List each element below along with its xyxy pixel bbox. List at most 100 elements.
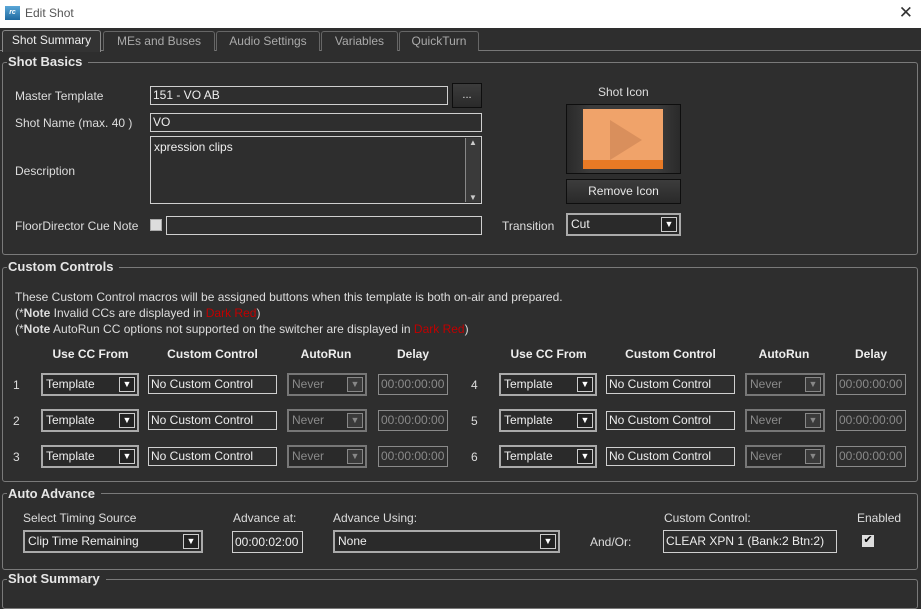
autorun-dropdown[interactable]: Never ▼: [287, 373, 367, 396]
remove-icon-button[interactable]: Remove Icon: [566, 179, 681, 204]
auto-advance-title: Auto Advance: [7, 486, 101, 501]
shot-basics-title: Shot Basics: [7, 54, 89, 69]
use-cc-from-value: Template: [504, 413, 553, 427]
use-cc-from-dropdown[interactable]: Template ▼: [499, 445, 597, 468]
tab-quickturn[interactable]: QuickTurn: [399, 31, 479, 51]
autorun-dropdown[interactable]: Never ▼: [287, 445, 367, 468]
chevron-down-icon: ▼: [119, 413, 135, 428]
chevron-down-icon: ▼: [577, 413, 593, 428]
scroll-up-icon[interactable]: ▲: [466, 138, 480, 147]
custom-control-label: Custom Control:: [664, 511, 751, 525]
enabled-checkbox[interactable]: ✔: [862, 535, 874, 547]
advance-at-input[interactable]: 00:00:02:00: [232, 531, 303, 553]
custom-control-field[interactable]: No Custom Control: [606, 447, 735, 466]
header-use-cc-from: Use CC From: [510, 347, 587, 361]
window-title: Edit Shot: [25, 6, 74, 20]
enabled-label: Enabled: [857, 511, 902, 525]
delay-input[interactable]: 00:00:00:00: [836, 374, 906, 395]
transition-label: Transition: [502, 219, 555, 233]
floor-director-input[interactable]: [166, 216, 482, 235]
header-custom-control: Custom Control: [167, 347, 258, 361]
custom-control-field[interactable]: No Custom Control: [606, 411, 735, 430]
tab-mes-and-buses[interactable]: MEs and Buses: [103, 31, 215, 51]
use-cc-from-dropdown[interactable]: Template ▼: [499, 373, 597, 396]
use-cc-from-value: Template: [46, 377, 95, 391]
autorun-value: Never: [750, 449, 783, 463]
cc-info-text: These Custom Control macros will be assi…: [15, 290, 563, 304]
delay-input[interactable]: 00:00:00:00: [836, 410, 906, 431]
tab-shot-summary[interactable]: Shot Summary: [2, 30, 101, 52]
autorun-value: Never: [750, 377, 783, 391]
autorun-dropdown[interactable]: Never ▼: [287, 409, 367, 432]
transition-value: Cut: [571, 217, 590, 231]
chevron-down-icon: ▼: [577, 377, 593, 392]
browse-template-button[interactable]: ...: [452, 83, 482, 108]
tab-variables[interactable]: Variables: [321, 31, 398, 51]
shot-icon-preview[interactable]: [566, 104, 681, 174]
header-autorun: AutoRun: [300, 347, 352, 361]
row-number: 3: [13, 450, 20, 464]
autorun-dropdown[interactable]: Never ▼: [745, 409, 825, 432]
custom-control-field[interactable]: No Custom Control: [148, 447, 277, 466]
timing-source-value: Clip Time Remaining: [28, 534, 139, 548]
autorun-value: Never: [292, 377, 325, 391]
use-cc-from-dropdown[interactable]: Template ▼: [41, 445, 139, 468]
header-delay: Delay: [396, 347, 430, 361]
description-textarea[interactable]: xpression clips: [150, 136, 482, 204]
autorun-dropdown[interactable]: Never ▼: [745, 445, 825, 468]
transition-dropdown[interactable]: Cut ▼: [566, 213, 681, 236]
delay-input[interactable]: 00:00:00:00: [378, 374, 448, 395]
autorun-dropdown[interactable]: Never ▼: [745, 373, 825, 396]
header-use-cc-from: Use CC From: [52, 347, 129, 361]
header-autorun: AutoRun: [758, 347, 810, 361]
advance-using-value: None: [338, 534, 367, 548]
timing-source-dropdown[interactable]: Clip Time Remaining ▼: [23, 530, 203, 553]
delay-input[interactable]: 00:00:00:00: [378, 410, 448, 431]
chevron-down-icon: ▼: [347, 413, 363, 428]
chevron-down-icon: ▼: [577, 449, 593, 464]
app-icon: rc: [5, 6, 20, 20]
description-text: xpression clips: [154, 140, 233, 154]
master-template-label: Master Template: [15, 89, 104, 103]
chevron-down-icon: ▼: [540, 534, 556, 549]
close-icon[interactable]: ✕: [899, 3, 913, 23]
shot-name-input[interactable]: VO: [150, 113, 482, 132]
autorun-value: Never: [292, 413, 325, 427]
autorun-value: Never: [292, 449, 325, 463]
row-number: 2: [13, 414, 20, 428]
shot-icon-label: Shot Icon: [598, 85, 649, 99]
row-number: 6: [471, 450, 478, 464]
tab-audio-settings[interactable]: Audio Settings: [216, 31, 320, 51]
custom-control-field[interactable]: CLEAR XPN 1 (Bank:2 Btn:2): [663, 530, 837, 553]
use-cc-from-dropdown[interactable]: Template ▼: [499, 409, 597, 432]
cc-note-1: (*Note Invalid CCs are displayed in Dark…: [15, 306, 261, 320]
chevron-down-icon: ▼: [805, 413, 821, 428]
advance-using-dropdown[interactable]: None ▼: [333, 530, 560, 553]
cc-note-2: (*Note AutoRun CC options not supported …: [15, 322, 469, 336]
chevron-down-icon: ▼: [119, 377, 135, 392]
use-cc-from-dropdown[interactable]: Template ▼: [41, 373, 139, 396]
custom-control-field[interactable]: No Custom Control: [606, 375, 735, 394]
timing-source-label: Select Timing Source: [23, 511, 137, 525]
custom-control-field[interactable]: No Custom Control: [148, 375, 277, 394]
use-cc-from-value: Template: [504, 377, 553, 391]
row-number: 4: [471, 378, 478, 392]
delay-input[interactable]: 00:00:00:00: [378, 446, 448, 467]
row-number: 1: [13, 378, 20, 392]
chevron-down-icon: ▼: [805, 377, 821, 392]
chevron-down-icon: ▼: [347, 449, 363, 464]
use-cc-from-dropdown[interactable]: Template ▼: [41, 409, 139, 432]
header-delay: Delay: [854, 347, 888, 361]
description-label: Description: [15, 164, 76, 178]
floor-director-checkbox[interactable]: [150, 219, 162, 231]
description-scrollbar[interactable]: ▲ ▼: [465, 138, 480, 202]
custom-control-field[interactable]: No Custom Control: [148, 411, 277, 430]
floor-director-label: FloorDirector Cue Note: [15, 219, 139, 233]
shot-summary-title: Shot Summary: [7, 571, 106, 586]
chevron-down-icon: ▼: [805, 449, 821, 464]
scroll-down-icon[interactable]: ▼: [466, 193, 480, 202]
use-cc-from-value: Template: [504, 449, 553, 463]
advance-at-label: Advance at:: [233, 511, 297, 525]
master-template-field[interactable]: 151 - VO AB: [150, 86, 448, 105]
delay-input[interactable]: 00:00:00:00: [836, 446, 906, 467]
